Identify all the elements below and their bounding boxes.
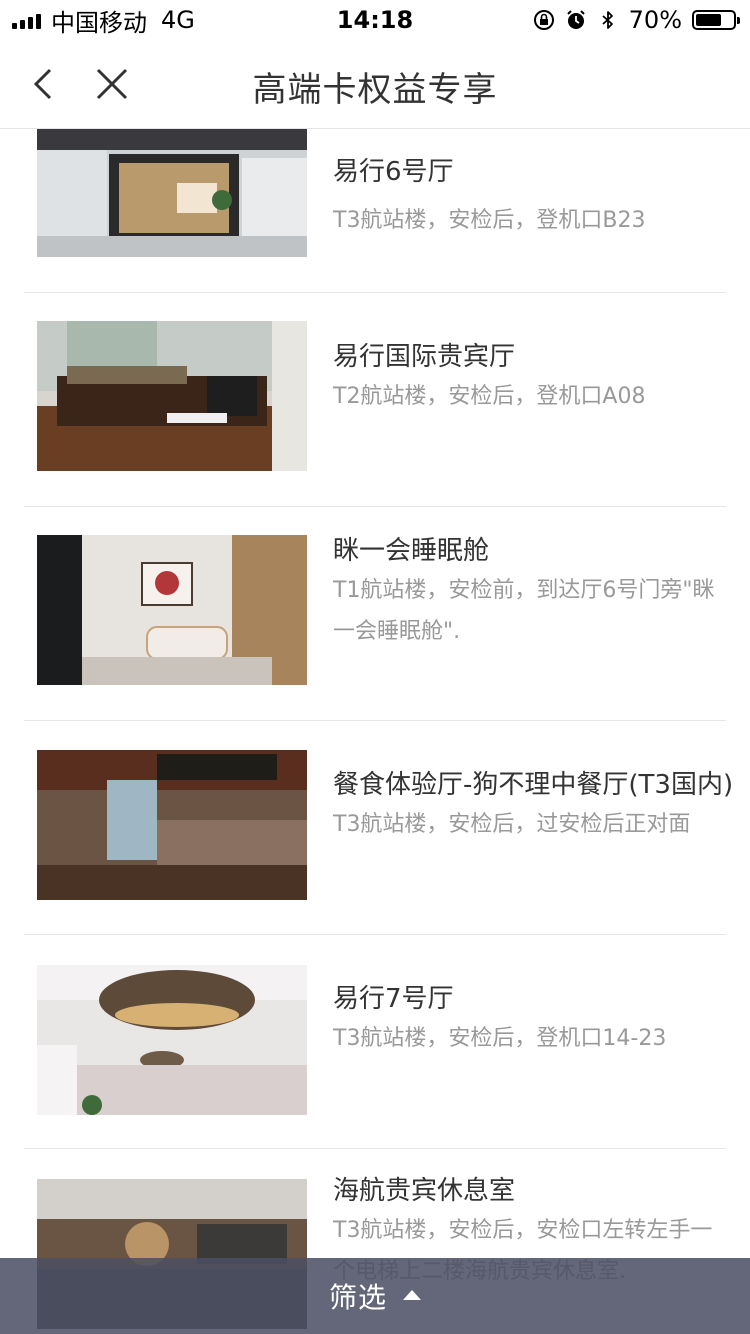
list-item[interactable]: 易行7号厅 T3航站楼，安检后，登机口14-23 bbox=[24, 935, 726, 1149]
lounge-title: 易行6号厅 bbox=[333, 157, 454, 187]
lounge-location: T3航站楼，安检后，过安检后正对面 bbox=[333, 812, 691, 837]
lounge-thumbnail bbox=[37, 965, 307, 1115]
lounge-location: T2航站楼，安检后，登机口A08 bbox=[333, 384, 646, 409]
list-item[interactable]: 易行6号厅 T3航站楼，安检后，登机口B23 bbox=[24, 128, 726, 293]
battery-percent: 70% bbox=[628, 6, 682, 34]
lounge-thumbnail bbox=[37, 321, 307, 471]
lounge-title: 易行7号厅 bbox=[333, 984, 454, 1014]
lounge-thumbnail bbox=[37, 535, 307, 685]
lounge-location: T3航站楼，安检后，登机口14-23 bbox=[333, 1026, 667, 1051]
alarm-icon bbox=[566, 10, 585, 29]
lounge-title: 海航贵宾休息室 bbox=[333, 1176, 516, 1206]
lounge-title: 眯一会睡眠舱 bbox=[333, 536, 490, 566]
battery-icon bbox=[692, 10, 740, 30]
triangle-up-icon[interactable] bbox=[403, 1290, 421, 1300]
nav-bar: 高端卡权益专享 bbox=[0, 40, 750, 129]
battery-fill bbox=[696, 14, 721, 26]
lounge-location: T3航站楼，安检后，登机口B23 bbox=[333, 208, 646, 233]
orientation-lock-icon bbox=[533, 10, 554, 30]
filter-label[interactable]: 筛选 bbox=[329, 1276, 387, 1316]
list-item[interactable]: 餐食体验厅-狗不理中餐厅(T3国内) T3航站楼，安检后，过安检后正对面 bbox=[24, 721, 733, 935]
lounge-thumbnail bbox=[37, 750, 307, 900]
lounge-thumbnail bbox=[37, 128, 307, 257]
bluetooth-icon bbox=[602, 11, 613, 29]
page-title: 高端卡权益专享 bbox=[252, 70, 498, 110]
lounge-title: 餐食体验厅-狗不理中餐厅(T3国内) bbox=[333, 770, 734, 800]
lounge-location: T1航站楼，安检前，到达厅6号门旁"眯一会睡眠舱". bbox=[333, 578, 715, 644]
filter-bar[interactable]: 筛选 bbox=[0, 1258, 750, 1334]
list-item[interactable]: 易行国际贵宾厅 T2航站楼，安检后，登机口A08 bbox=[24, 293, 726, 507]
list-item[interactable]: 眯一会睡眠舱 T1航站楼，安检前，到达厅6号门旁"眯一会睡眠舱". bbox=[24, 507, 726, 721]
status-right: 70% bbox=[533, 6, 740, 34]
status-bar: 中国移动 4G 14:18 70% bbox=[0, 0, 750, 40]
lounge-title: 易行国际贵宾厅 bbox=[333, 342, 516, 372]
lounge-list: 易行6号厅 T3航站楼，安检后，登机口B23 易行国际贵宾厅 T2航站楼，安检后… bbox=[0, 128, 750, 1334]
